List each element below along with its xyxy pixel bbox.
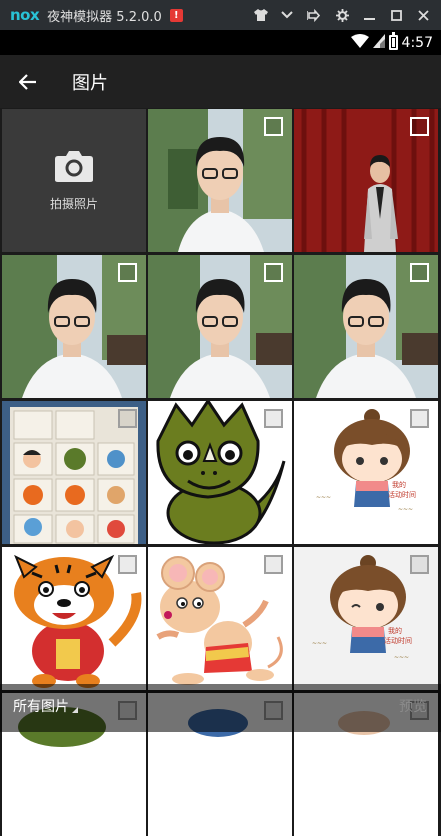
photo-thumbnail[interactable] xyxy=(148,401,292,544)
battery-icon xyxy=(388,32,398,50)
svg-text:~~~: ~~~ xyxy=(312,640,327,647)
close-icon[interactable] xyxy=(410,0,436,30)
select-checkbox[interactable] xyxy=(118,555,137,574)
select-checkbox[interactable] xyxy=(118,263,137,282)
bottom-bar: 所有图片 预览 xyxy=(0,684,441,732)
select-checkbox[interactable] xyxy=(410,409,429,428)
page-title: 图片 xyxy=(72,72,108,94)
folder-label: 所有图片 xyxy=(13,699,69,715)
select-checkbox[interactable] xyxy=(410,555,429,574)
emulator-title-bar: nox 夜神模拟器 5.2.0.0 ! xyxy=(0,0,441,30)
photo-thumbnail[interactable] xyxy=(148,547,292,690)
chevron-down-icon[interactable] xyxy=(274,0,300,30)
svg-text:~~~: ~~~ xyxy=(316,494,331,501)
gear-icon[interactable] xyxy=(329,0,355,30)
maximize-icon[interactable] xyxy=(383,0,409,30)
dropdown-triangle-icon xyxy=(72,707,78,713)
camera-icon xyxy=(55,151,93,182)
photo-thumbnail[interactable] xyxy=(2,547,146,690)
folder-selector[interactable]: 所有图片 xyxy=(13,696,78,716)
select-checkbox[interactable] xyxy=(264,555,283,574)
back-button[interactable] xyxy=(0,55,56,108)
photo-thumbnail[interactable] xyxy=(2,255,146,398)
preview-button[interactable]: 预览 xyxy=(399,696,427,716)
shirt-icon[interactable] xyxy=(248,0,274,30)
photo-thumbnail[interactable]: 我的 活动时间 ~~~ ~~~ xyxy=(294,401,438,544)
svg-text:活动时间: 活动时间 xyxy=(384,636,412,645)
pin-icon[interactable] xyxy=(300,0,326,30)
photo-grid: 拍摄照片 我的 活动时间 ~~~ ~~~ 我的 活动时间 ~~~ ~~~ xyxy=(2,108,439,836)
photo-thumbnail[interactable] xyxy=(294,109,438,252)
select-checkbox[interactable] xyxy=(410,117,429,136)
photo-thumbnail[interactable] xyxy=(148,109,292,252)
status-time: 4:57 xyxy=(401,34,433,51)
photo-thumbnail[interactable] xyxy=(148,255,292,398)
take-photo-label: 拍摄照片 xyxy=(49,197,98,211)
minimize-icon[interactable] xyxy=(356,0,382,30)
select-checkbox[interactable] xyxy=(118,409,137,428)
emulator-title: 夜神模拟器 5.2.0.0 xyxy=(47,9,162,25)
svg-text:~~~: ~~~ xyxy=(398,506,413,513)
photo-thumbnail[interactable] xyxy=(2,401,146,544)
select-checkbox[interactable] xyxy=(264,117,283,136)
app-bar: 图片 xyxy=(0,55,441,108)
svg-text:我的: 我的 xyxy=(392,480,406,489)
signal-icon xyxy=(372,33,385,52)
nox-logo: nox xyxy=(10,6,40,24)
select-checkbox[interactable] xyxy=(264,263,283,282)
alert-badge[interactable]: ! xyxy=(169,8,183,22)
svg-text:~~~: ~~~ xyxy=(394,654,409,661)
svg-text:活动时间: 活动时间 xyxy=(388,490,416,499)
svg-text:我的: 我的 xyxy=(388,626,402,635)
select-checkbox[interactable] xyxy=(264,409,283,428)
status-bar: 4:57 xyxy=(0,30,441,55)
select-checkbox[interactable] xyxy=(410,263,429,282)
arrow-left-icon xyxy=(19,73,36,90)
photo-thumbnail[interactable]: 我的 活动时间 ~~~ ~~~ xyxy=(294,547,438,690)
photo-thumbnail[interactable] xyxy=(294,255,438,398)
wifi-icon xyxy=(350,33,369,52)
take-photo-tile[interactable]: 拍摄照片 xyxy=(2,109,146,252)
